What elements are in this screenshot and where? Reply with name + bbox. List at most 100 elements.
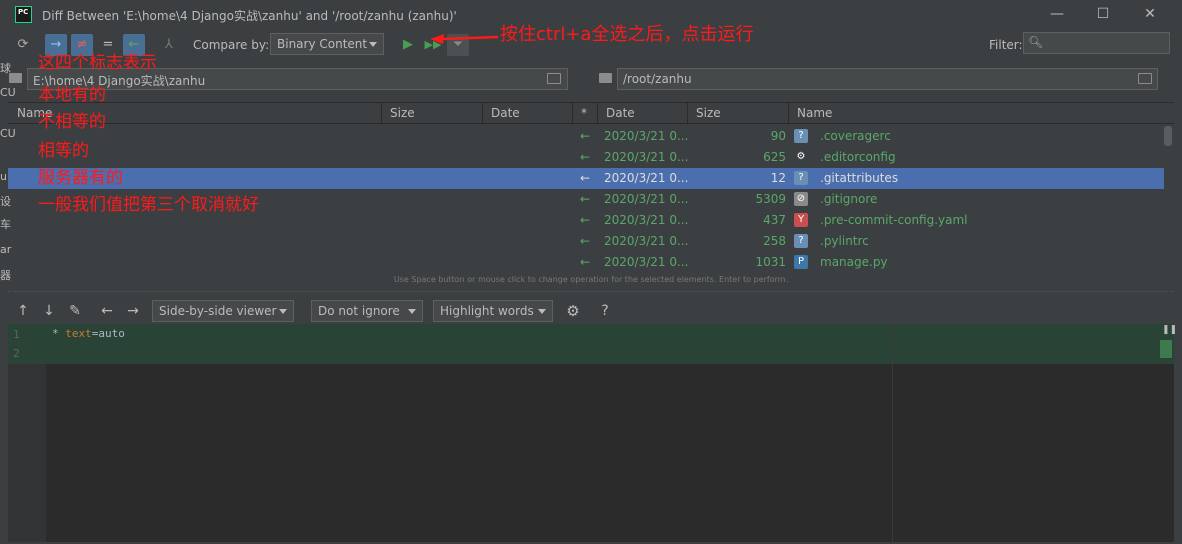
- annotation-arrow-icon: [430, 34, 499, 44]
- cell-size: 90: [770, 129, 786, 143]
- compare-by-select[interactable]: Binary Content: [270, 33, 384, 55]
- gear-file-icon: ⚙: [796, 151, 806, 162]
- hint-text: Use Space button or mouse click to chang…: [393, 275, 789, 284]
- column-divider: [381, 103, 382, 124]
- compare-by-label: Compare by:: [193, 38, 270, 52]
- filter-label: Filter:: [989, 38, 1023, 52]
- line-number: 2: [13, 347, 20, 360]
- search-icon: 🔍︎: [1028, 35, 1044, 49]
- table-header: [8, 102, 1174, 124]
- python-file-icon: P: [794, 255, 808, 269]
- cell-date: 2020/3/21 0...: [604, 255, 689, 269]
- gear-icon[interactable]: ⚙: [564, 302, 582, 320]
- chevron-down-icon: [538, 309, 546, 314]
- pause-icon[interactable]: ❚❚: [1162, 325, 1177, 335]
- viewer-value: Side-by-side viewer: [159, 304, 277, 318]
- col-date-left[interactable]: Date: [491, 106, 520, 120]
- col-name-right[interactable]: Name: [797, 106, 832, 120]
- table-row[interactable]: ← 2020/3/21 0... 12? .gitattributes: [8, 168, 1164, 189]
- browse-folder-icon[interactable]: [547, 73, 561, 84]
- cell-date: 2020/3/21 0...: [604, 234, 689, 248]
- ignore-value: Do not ignore: [318, 304, 400, 318]
- annotation-line-2: 本地有的: [38, 85, 106, 105]
- close-button[interactable]: ✕: [1140, 4, 1160, 24]
- annotation-line-5: 服务器有的: [38, 168, 123, 188]
- diff-highlight: [46, 324, 1174, 364]
- table-scrollbar[interactable]: [1164, 126, 1172, 146]
- browse-folder-icon[interactable]: [1138, 73, 1152, 84]
- col-operation[interactable]: *: [581, 106, 587, 120]
- code-token: text: [65, 327, 92, 340]
- change-marker[interactable]: [1160, 340, 1172, 358]
- column-divider: [482, 103, 483, 124]
- cell-size: 258: [763, 234, 786, 248]
- col-size-left[interactable]: Size: [390, 106, 415, 120]
- panel-splitter[interactable]: [8, 291, 1174, 295]
- operation-arrow-icon[interactable]: ←: [580, 150, 590, 164]
- right-path-field[interactable]: /root/zanhu: [617, 68, 1158, 90]
- operation-arrow-icon[interactable]: ←: [580, 192, 590, 206]
- cell-size: 437: [763, 213, 786, 227]
- yaml-file-icon: Y: [794, 213, 808, 227]
- edge-fragment: 球: [0, 62, 11, 75]
- table-row[interactable]: ← 2020/3/21 0... 90? .coveragerc: [8, 126, 1164, 147]
- help-button[interactable]: ?: [596, 302, 614, 320]
- viewer-select[interactable]: Side-by-side viewer: [152, 300, 294, 322]
- table-row[interactable]: ← 2020/3/21 0... 258? .pylintrc: [8, 231, 1164, 252]
- unknown-file-icon: ?: [794, 171, 808, 185]
- synchronize-selected-icon[interactable]: ▶: [397, 34, 419, 56]
- highlight-select[interactable]: Highlight words: [433, 300, 553, 322]
- annotation-line-4: 相等的: [38, 141, 89, 161]
- annotation-line-1: 这四个标志表示: [38, 53, 157, 73]
- cell-date: 2020/3/21 0...: [604, 171, 689, 185]
- cell-name: .pre-commit-config.yaml: [820, 213, 968, 227]
- column-divider: [597, 103, 598, 124]
- cell-name: .gitignore: [820, 192, 878, 206]
- cell-size: 12: [770, 171, 786, 185]
- column-divider: [788, 103, 789, 124]
- folder-icon: [599, 73, 612, 83]
- pycharm-logo-icon: PC: [15, 6, 32, 23]
- column-divider: [687, 103, 688, 124]
- edge-fragment: 器: [0, 269, 11, 282]
- cell-name: manage.py: [820, 255, 888, 269]
- edge-fragment: u: [0, 170, 7, 183]
- app-icon-label: PC: [18, 8, 29, 16]
- operation-arrow-icon[interactable]: ←: [580, 255, 590, 269]
- edge-fragment: CU: [0, 86, 16, 99]
- operation-arrow-icon[interactable]: ←: [580, 213, 590, 227]
- code-line[interactable]: * text=auto: [52, 327, 125, 340]
- sync-scroll-icon[interactable]: ⅄: [158, 34, 180, 56]
- table-row[interactable]: ← 2020/3/21 0... 625 ⚙ .editorconfig: [8, 147, 1164, 168]
- chevron-down-icon: [369, 42, 377, 47]
- highlight-value: Highlight words: [440, 304, 534, 318]
- maximize-button[interactable]: ☐: [1093, 4, 1113, 24]
- forward-arrow-icon[interactable]: →: [124, 302, 142, 320]
- edge-fragment: 设: [0, 195, 11, 208]
- minimize-button[interactable]: —: [1047, 4, 1067, 24]
- refresh-icon[interactable]: ⟳: [12, 34, 34, 56]
- unknown-file-icon: ?: [794, 129, 808, 143]
- col-size-right[interactable]: Size: [696, 106, 721, 120]
- ignore-select[interactable]: Do not ignore: [311, 300, 423, 322]
- table-row[interactable]: ← 2020/3/21 0... 1031 Pmanage.py: [8, 252, 1164, 273]
- annotation-top: 按住ctrl+a全选之后，点击运行: [500, 24, 754, 45]
- cell-date: 2020/3/21 0...: [604, 192, 689, 206]
- col-date-right[interactable]: Date: [606, 106, 635, 120]
- edit-pencil-icon[interactable]: ✎: [66, 302, 84, 320]
- operation-arrow-icon[interactable]: ←: [580, 234, 590, 248]
- back-arrow-icon[interactable]: ←: [98, 302, 116, 320]
- chevron-down-icon: [279, 309, 287, 314]
- column-divider: [572, 103, 573, 124]
- compare-by-value: Binary Content: [277, 37, 368, 51]
- cell-date: 2020/3/21 0...: [604, 129, 689, 143]
- operation-arrow-icon[interactable]: ←: [580, 171, 590, 185]
- cell-name: .gitattributes: [820, 171, 899, 185]
- edge-fragment: ar: [0, 243, 12, 256]
- previous-difference-icon[interactable]: ↑: [14, 302, 32, 320]
- filter-input[interactable]: 🔍︎: [1023, 32, 1170, 54]
- next-difference-icon[interactable]: ↓: [40, 302, 58, 320]
- cell-size: 1031: [755, 255, 786, 269]
- code-token: *: [52, 327, 66, 340]
- operation-arrow-icon[interactable]: ←: [580, 129, 590, 143]
